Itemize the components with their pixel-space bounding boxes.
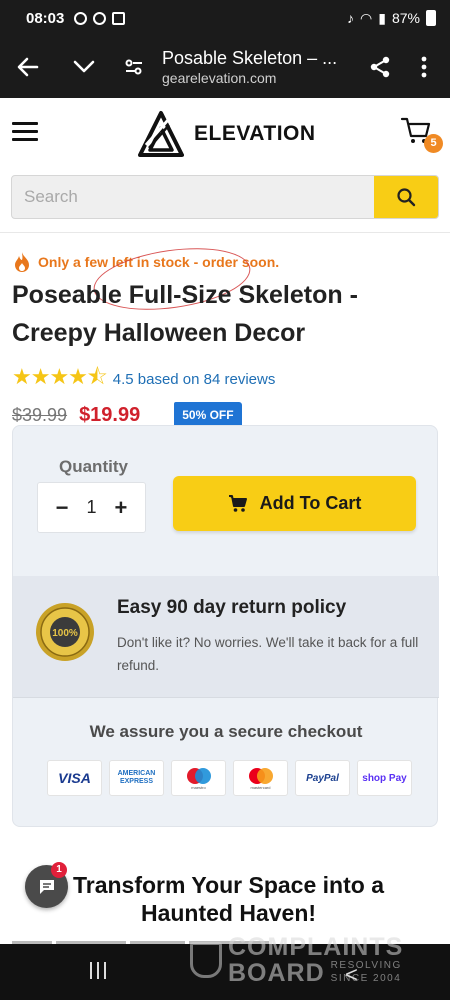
cart-button[interactable]: 5 <box>400 116 444 156</box>
status-bar: 08:03 ♪ ◠ ▮ 87% <box>0 0 450 36</box>
svg-text:100%: 100% <box>52 628 78 639</box>
search-input[interactable] <box>12 176 374 218</box>
battery-percent: 87% <box>391 10 420 26</box>
add-to-cart-label: Add To Cart <box>259 493 362 513</box>
watermark-line2: BOARD <box>228 959 325 987</box>
flame-icon <box>15 252 29 272</box>
watermark-line1: COMPLAINTS <box>228 933 404 961</box>
money-back-guarantee-seal: 100% <box>36 603 94 661</box>
original-price: $39.99 <box>12 404 68 425</box>
recent-apps-button[interactable] <box>90 962 106 979</box>
page-domain: gearelevation.com <box>162 69 277 86</box>
more-vert-icon[interactable] <box>402 45 446 89</box>
return-policy-title: Easy 90 day return policy <box>117 597 347 618</box>
header-divider <box>0 232 450 233</box>
paypal-icon: PayPal <box>295 760 350 796</box>
browser-toolbar: Posable Skeleton – ... gearelevation.com <box>0 36 450 98</box>
product-title: Poseable Full-Size Skeleton - Creepy Hal… <box>12 281 358 347</box>
logo-text: ELEVATION <box>194 122 316 145</box>
page-title: Posable Skeleton – ... <box>162 48 338 68</box>
battery-icon <box>426 10 436 26</box>
alarm-icon <box>74 11 88 25</box>
calendar-icon <box>112 11 126 25</box>
search-bar <box>11 175 439 219</box>
share-icon[interactable] <box>358 45 402 89</box>
decrease-quantity-button[interactable]: − <box>52 495 72 521</box>
return-policy-text: Don't like it? No worries. We'll take it… <box>117 635 419 673</box>
site-settings-icon[interactable] <box>112 45 156 89</box>
site-header: ELEVATION 5 <box>0 98 450 168</box>
shop-pay-icon: shop Pay <box>357 760 412 796</box>
menu-icon[interactable] <box>12 122 38 142</box>
system-icons: ♪ ◠ ▮ 87% <box>347 10 436 27</box>
cart-icon <box>228 494 247 512</box>
watermark-tag2: SINCE 2004 <box>330 973 402 984</box>
wifi-icon: ◠ <box>360 9 373 26</box>
visa-icon: VISA <box>47 760 102 796</box>
rating-text[interactable]: 4.5 based on 84 reviews <box>113 371 276 388</box>
sale-price: $19.99 <box>79 403 141 426</box>
increase-quantity-button[interactable]: + <box>111 495 131 521</box>
logo[interactable]: ELEVATION <box>138 110 316 158</box>
amex-icon: AMERICAN EXPRESS <box>109 760 164 796</box>
watermark-shield-icon <box>190 942 222 978</box>
section-heading: Transform Your Space into a Haunted Have… <box>72 872 384 926</box>
add-to-cart-button[interactable]: Add To Cart <box>173 476 416 531</box>
payment-methods: VISA AMERICAN EXPRESS maestro mastercard… <box>47 760 412 796</box>
chevron-down-icon[interactable] <box>62 45 106 89</box>
search-icon <box>397 188 416 207</box>
cart-count-badge: 5 <box>424 134 443 153</box>
quantity-label: Quantity <box>59 457 128 476</box>
quantity-stepper: − 1 + <box>37 482 146 533</box>
back-arrow-icon[interactable] <box>6 45 50 89</box>
notification-icons <box>74 11 126 25</box>
purchase-card: Quantity − 1 + Add To Cart 100% Easy 90 … <box>12 425 439 827</box>
search-button[interactable] <box>374 176 438 218</box>
watermark: COMPLAINTS BOARD RESOLVING SINCE 2004 <box>190 933 404 987</box>
signal-icon: ▮ <box>378 9 386 26</box>
mastercard-icon: mastercard <box>233 760 288 796</box>
browser-title-area[interactable]: Posable Skeleton – ... gearelevation.com <box>156 47 358 87</box>
chat-icon <box>39 879 54 894</box>
status-time: 08:03 <box>26 9 65 27</box>
alarm-icon <box>93 11 107 25</box>
logo-mark-icon <box>138 111 184 157</box>
watermark-tag1: RESOLVING <box>330 960 402 971</box>
rating-stars-icon: ★★★★⯪ <box>12 364 108 389</box>
card-divider <box>13 697 439 698</box>
secure-checkout-heading: We assure you a secure checkout <box>89 722 363 741</box>
product-rating[interactable]: ★★★★⯪ 4.5 based on 84 reviews <box>12 360 275 398</box>
quantity-value[interactable]: 1 <box>86 497 96 518</box>
mute-icon: ♪ <box>347 10 355 26</box>
chat-unread-badge: 1 <box>51 862 67 878</box>
maestro-icon: maestro <box>171 760 226 796</box>
